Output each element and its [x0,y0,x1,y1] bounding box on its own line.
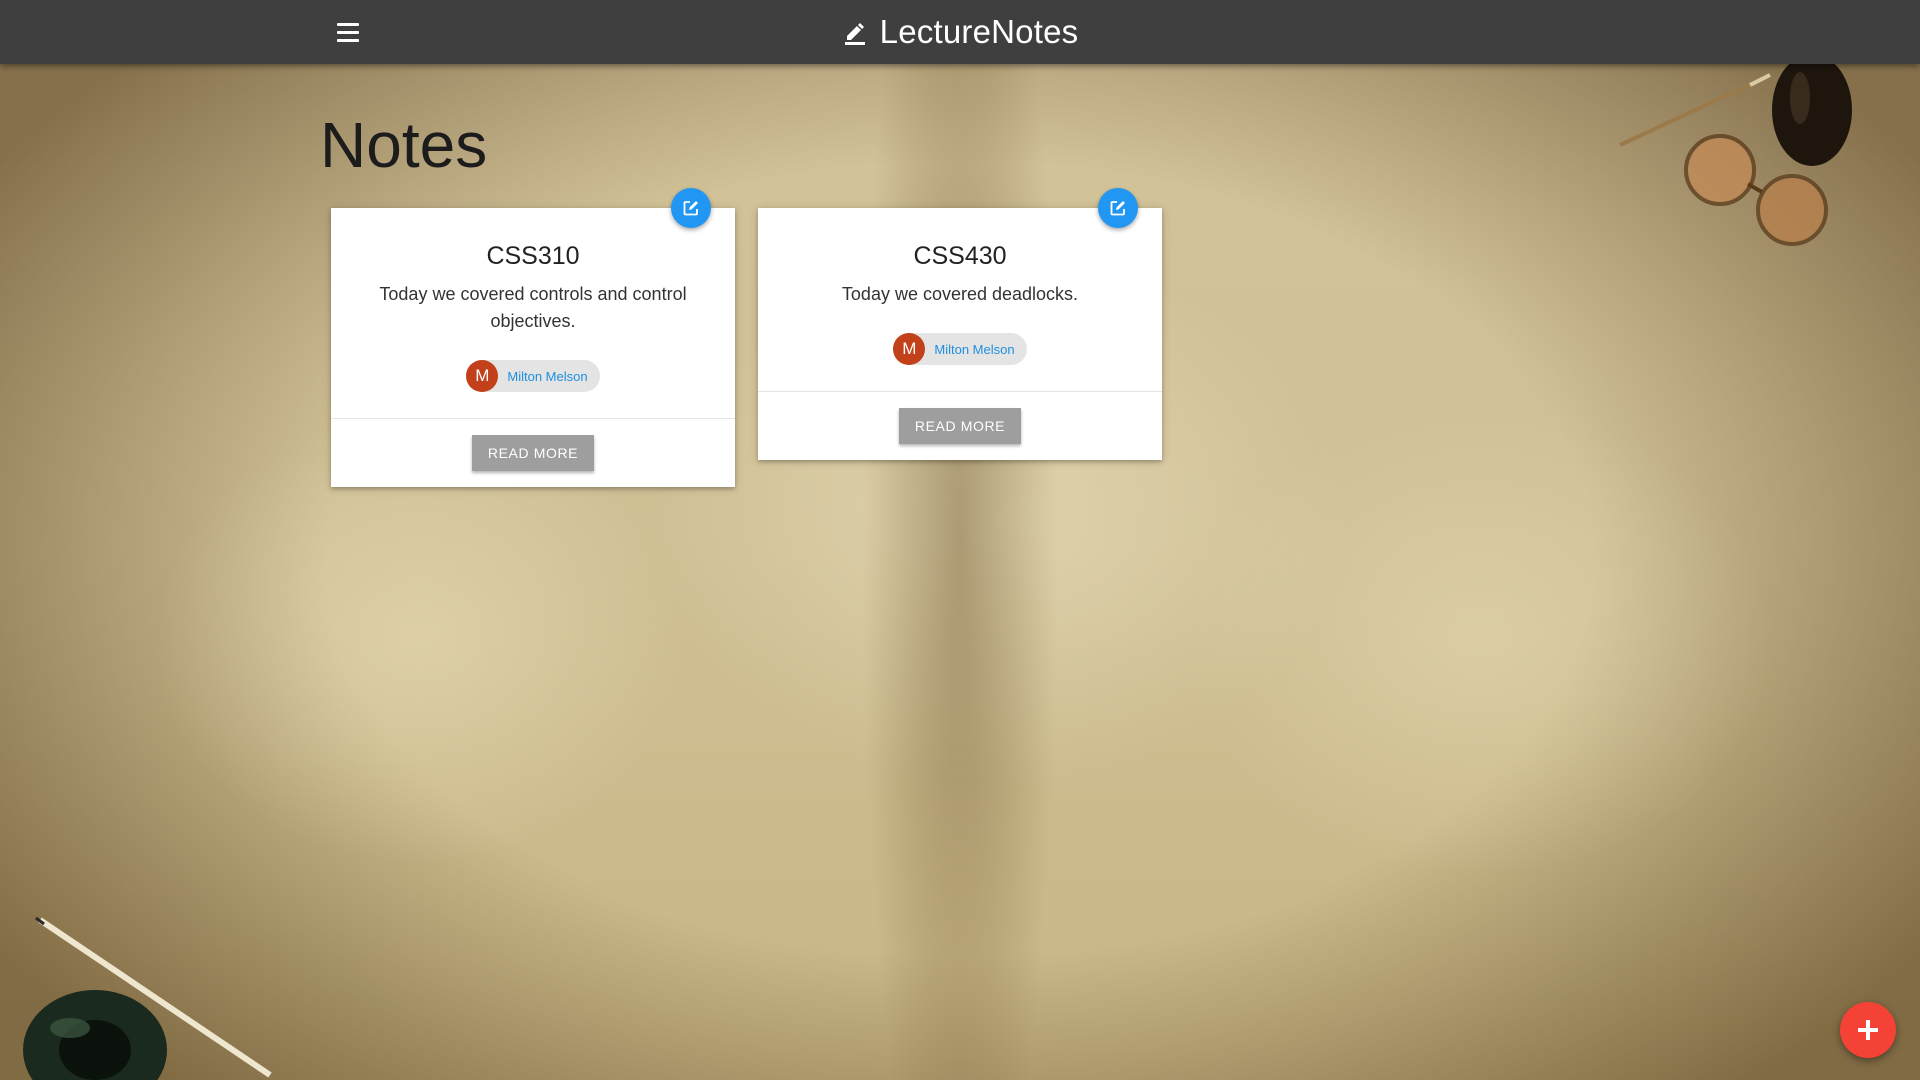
read-more-button[interactable]: READ MORE [471,435,595,471]
plus-icon [1858,1020,1878,1040]
edit-note-button[interactable] [1098,188,1138,228]
note-card-content: CSS310 Today we covered controls and con… [331,208,735,418]
pencil-icon [842,19,868,45]
note-card: CSS430 Today we covered deadlocks. M Mil… [758,188,1162,460]
author-name-link[interactable]: Milton Melson [507,369,587,384]
app-brand: LectureNotes [0,0,1920,64]
edit-note-button[interactable] [671,188,711,228]
author-chip[interactable]: M Milton Melson [466,360,600,392]
note-body: Today we covered controls and control ob… [379,284,687,331]
edit-icon [683,201,698,216]
author-chip[interactable]: M Milton Melson [893,333,1027,365]
note-body: Today we covered deadlocks. [841,284,1079,304]
note-card-content: CSS430 Today we covered deadlocks. M Mil… [758,208,1162,391]
avatar: M [466,360,499,392]
glasses-and-pen-decoration [1619,60,1852,246]
note-card-actions: READ MORE [758,391,1162,460]
read-more-button[interactable]: READ MORE [898,408,1022,444]
note-card-actions: READ MORE [331,418,735,487]
note-title: CSS310 [486,242,580,270]
note-card: CSS310 Today we covered controls and con… [331,188,735,487]
note-title: CSS430 [913,242,1007,270]
app-bar: LectureNotes [0,0,1920,64]
avatar: M [893,333,926,365]
hamburger-menu-icon[interactable] [328,14,368,50]
app-title: LectureNotes [879,13,1079,50]
edit-icon [1110,201,1125,216]
inkwell-and-quill-decoration [23,916,272,1080]
author-name-link[interactable]: Milton Melson [934,342,1014,357]
page-title: Notes [320,109,488,181]
add-note-button[interactable] [1840,1002,1896,1058]
